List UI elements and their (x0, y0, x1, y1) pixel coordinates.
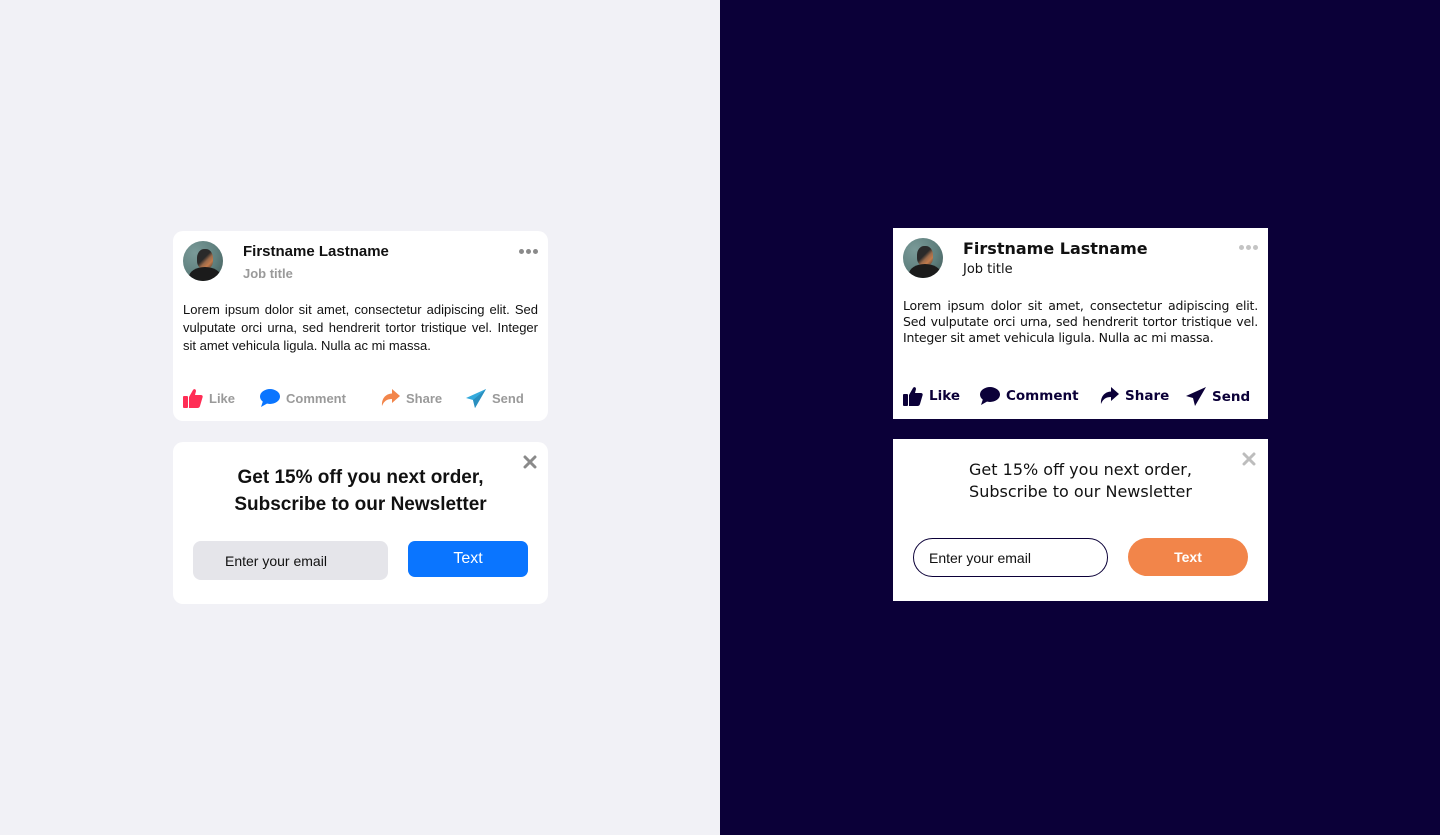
job-title: Job title (243, 266, 293, 281)
dark-newsletter-card: Get 15% off you next order, Subscribe to… (893, 439, 1268, 601)
comment-label: Comment (286, 390, 346, 406)
subscribe-button[interactable]: Text (408, 541, 528, 577)
light-newsletter-card: Get 15% off you next order, Subscribe to… (173, 442, 548, 604)
close-icon[interactable] (1242, 452, 1256, 471)
like-button[interactable]: Like (903, 386, 960, 406)
post-body: Lorem ipsum dolor sit amet, consectetur … (183, 302, 538, 353)
share-label: Share (1125, 388, 1170, 404)
paper-plane-icon (1186, 387, 1206, 406)
share-arrow-icon (381, 389, 400, 406)
email-input[interactable] (193, 541, 388, 580)
author-name[interactable]: Firstname Lastname (963, 239, 1148, 258)
thumbs-up-icon (183, 389, 203, 408)
like-button[interactable]: Like (183, 388, 235, 408)
headline-line-1: Get 15% off you next order, (237, 467, 484, 488)
share-arrow-icon (1100, 387, 1119, 404)
comment-button[interactable]: Comment (260, 389, 346, 407)
share-button[interactable]: Share (1099, 387, 1169, 405)
more-options-icon[interactable] (519, 249, 538, 254)
author-name[interactable]: Firstname Lastname (243, 243, 389, 260)
send-button[interactable]: Send (1186, 387, 1250, 406)
send-button[interactable]: Send (466, 389, 524, 408)
like-label: Like (929, 388, 961, 404)
headline-line-1: Get 15% off you next order, (969, 460, 1192, 479)
subscribe-button[interactable]: Text (1128, 538, 1248, 576)
like-label: Like (209, 390, 236, 406)
newsletter-headline: Get 15% off you next order, Subscribe to… (893, 459, 1268, 503)
job-title: Job title (963, 262, 1013, 277)
send-label: Send (1212, 388, 1251, 405)
thumbs-up-icon (903, 387, 923, 406)
comment-label: Comment (1006, 388, 1079, 404)
newsletter-headline: Get 15% off you next order, Subscribe to… (173, 464, 548, 518)
speech-bubble-icon (980, 387, 1000, 405)
send-label: Send (492, 391, 524, 406)
paper-plane-icon (466, 389, 486, 408)
share-label: Share (406, 390, 443, 406)
headline-line-2: Subscribe to our Newsletter (969, 482, 1192, 501)
share-button[interactable]: Share (380, 389, 442, 407)
more-options-icon[interactable] (1239, 245, 1258, 250)
avatar[interactable] (183, 241, 223, 281)
close-icon[interactable] (523, 455, 537, 474)
light-post-card: Firstname Lastname Job title Lorem ipsum… (173, 231, 548, 421)
avatar[interactable] (903, 238, 943, 278)
dark-post-card: Firstname Lastname Job title Lorem ipsum… (893, 228, 1268, 419)
headline-line-2: Subscribe to our Newsletter (234, 494, 487, 515)
post-body: Lorem ipsum dolor sit amet, consectetur … (903, 298, 1258, 345)
comment-button[interactable]: Comment (980, 387, 1079, 405)
email-input[interactable] (913, 538, 1108, 577)
speech-bubble-icon (260, 389, 280, 407)
